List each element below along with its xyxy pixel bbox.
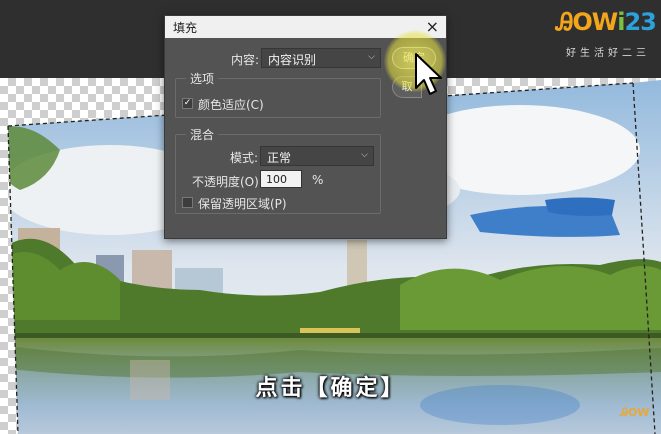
logo-text-part3: 23 bbox=[624, 8, 656, 36]
content-select-value: 内容识别 bbox=[268, 53, 317, 67]
opacity-unit: % bbox=[312, 173, 324, 187]
dialog-title: 填充 bbox=[173, 21, 198, 35]
content-select[interactable]: 内容识别 ⌵ bbox=[261, 48, 381, 68]
options-group-title: 选项 bbox=[186, 70, 219, 87]
mode-select[interactable]: 正常 ⌵ bbox=[260, 146, 374, 166]
howi23-logo: ᎯOWi23 好生活好二三 bbox=[556, 8, 661, 59]
opacity-input[interactable]: 100 bbox=[260, 170, 302, 188]
chevron-down-icon: ⌵ bbox=[368, 52, 375, 62]
preserve-transparency-label[interactable]: 保留透明区域(P) bbox=[198, 195, 287, 212]
blend-group-title: 混合 bbox=[186, 126, 219, 143]
corner-watermark-logo: ᎯOW bbox=[620, 406, 650, 419]
video-subtitle: 点击【确定】 bbox=[255, 376, 406, 401]
preserve-transparency-checkbox[interactable] bbox=[182, 197, 193, 208]
mouse-pointer-icon bbox=[415, 53, 442, 95]
options-group: 选项 ✓ 颜色适应(C) bbox=[175, 70, 381, 118]
content-label: 内容: bbox=[231, 53, 260, 67]
color-adapt-label[interactable]: 颜色适应(C) bbox=[198, 96, 264, 113]
mode-label: 模式: bbox=[230, 151, 259, 165]
chevron-down-icon: ⌵ bbox=[361, 150, 368, 160]
logo-subtitle: 好生活好二三 bbox=[566, 48, 650, 59]
opacity-label: 不透明度(O): bbox=[192, 175, 263, 189]
color-adapt-checkbox[interactable]: ✓ bbox=[182, 98, 193, 109]
blend-group: 混合 模式: 正常 ⌵ 不透明度(O): 100 % 保留透明区域(P) bbox=[175, 126, 381, 214]
logo-text-part1: ᎯOW bbox=[556, 8, 618, 36]
mode-select-value: 正常 bbox=[267, 151, 292, 165]
